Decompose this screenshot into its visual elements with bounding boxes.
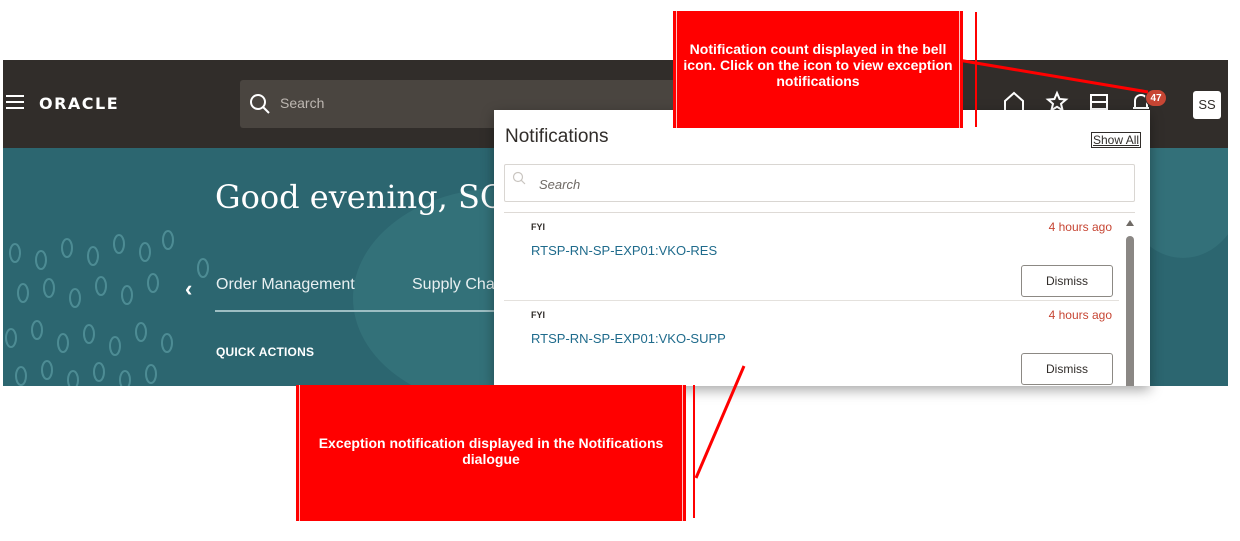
scrollbar-thumb[interactable] (1126, 236, 1134, 386)
quick-actions-heading: QUICK ACTIONS (216, 345, 315, 359)
notification-type: FYI (531, 310, 546, 320)
user-avatar[interactable]: SS (1193, 91, 1221, 119)
notification-count-badge[interactable]: 47 (1145, 89, 1167, 107)
annotation-callout-bell: Notification count displayed in the bell… (673, 11, 963, 128)
notification-link[interactable]: RTSP-RN-SP-EXP01:VKO-RES (531, 243, 717, 258)
tab-order-management[interactable]: Order Management (216, 276, 355, 294)
search-icon (250, 94, 270, 114)
chevron-left-icon[interactable]: ‹ (185, 276, 192, 302)
notification-time: 4 hours ago (1048, 220, 1112, 234)
notification-item: FYI 4 hours ago RTSP-RN-SP-EXP01:VKO-SUP… (504, 301, 1119, 386)
notifications-title: Notifications (505, 126, 609, 147)
hamburger-menu-icon[interactable] (6, 95, 24, 109)
notifications-scrollbar[interactable] (1124, 218, 1136, 386)
notification-link[interactable]: RTSP-RN-SP-EXP01:VKO-SUPP (531, 331, 726, 346)
notification-time: 4 hours ago (1048, 308, 1112, 322)
tab-supply-chain[interactable]: Supply Cha (412, 276, 495, 294)
annotation-text: Exception notification displayed in the … (318, 435, 664, 467)
notification-type: FYI (531, 222, 546, 232)
dismiss-button[interactable]: Dismiss (1021, 265, 1113, 297)
dismiss-button[interactable]: Dismiss (1021, 353, 1113, 385)
annotation-text: Notification count displayed in the bell… (683, 41, 953, 89)
notifications-search-placeholder: Search (539, 177, 581, 192)
annotation-callout-notifications: Exception notification displayed in the … (296, 385, 686, 521)
scroll-up-arrow-icon[interactable] (1125, 218, 1135, 228)
search-icon (512, 171, 526, 185)
show-all-link[interactable]: Show All (1091, 132, 1142, 148)
notification-item: FYI 4 hours ago RTSP-RN-SP-EXP01:VKO-RES… (504, 213, 1119, 301)
greeting-heading: Good evening, SC (215, 178, 505, 216)
search-placeholder: Search (280, 95, 325, 111)
notifications-dialog: Notifications Show All Search FYI 4 hour… (494, 110, 1150, 386)
oracle-logo[interactable]: ORACLE (39, 94, 119, 113)
notifications-search-input[interactable]: Search (504, 164, 1135, 202)
